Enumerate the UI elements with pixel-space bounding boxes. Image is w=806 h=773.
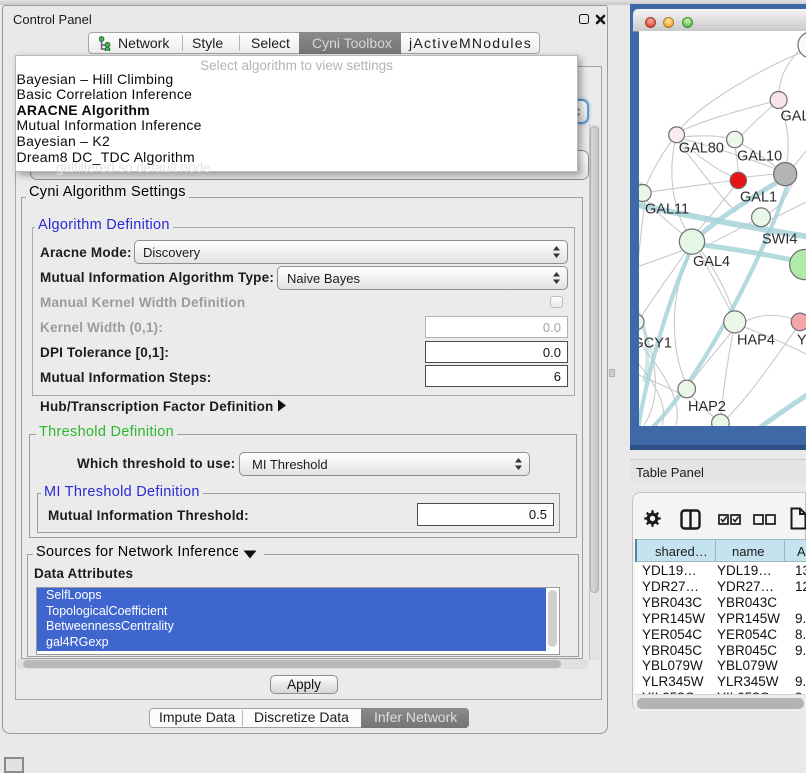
svg-text:HAP4: HAP4 (737, 333, 775, 349)
svg-text:GAL10: GAL10 (737, 148, 782, 164)
svg-text:GAL11: GAL11 (645, 201, 689, 217)
svg-text:GAL1: GAL1 (740, 189, 777, 205)
svg-text:GAL4: GAL4 (693, 254, 730, 270)
svg-text:GAL80: GAL80 (679, 141, 724, 157)
svg-text:GAL2: GAL2 (781, 109, 806, 125)
svg-text:Y: Y (797, 333, 806, 349)
svg-text:HAP2: HAP2 (688, 399, 726, 415)
svg-text:GCY1: GCY1 (639, 336, 672, 352)
svg-text:SWI4: SWI4 (762, 231, 797, 247)
